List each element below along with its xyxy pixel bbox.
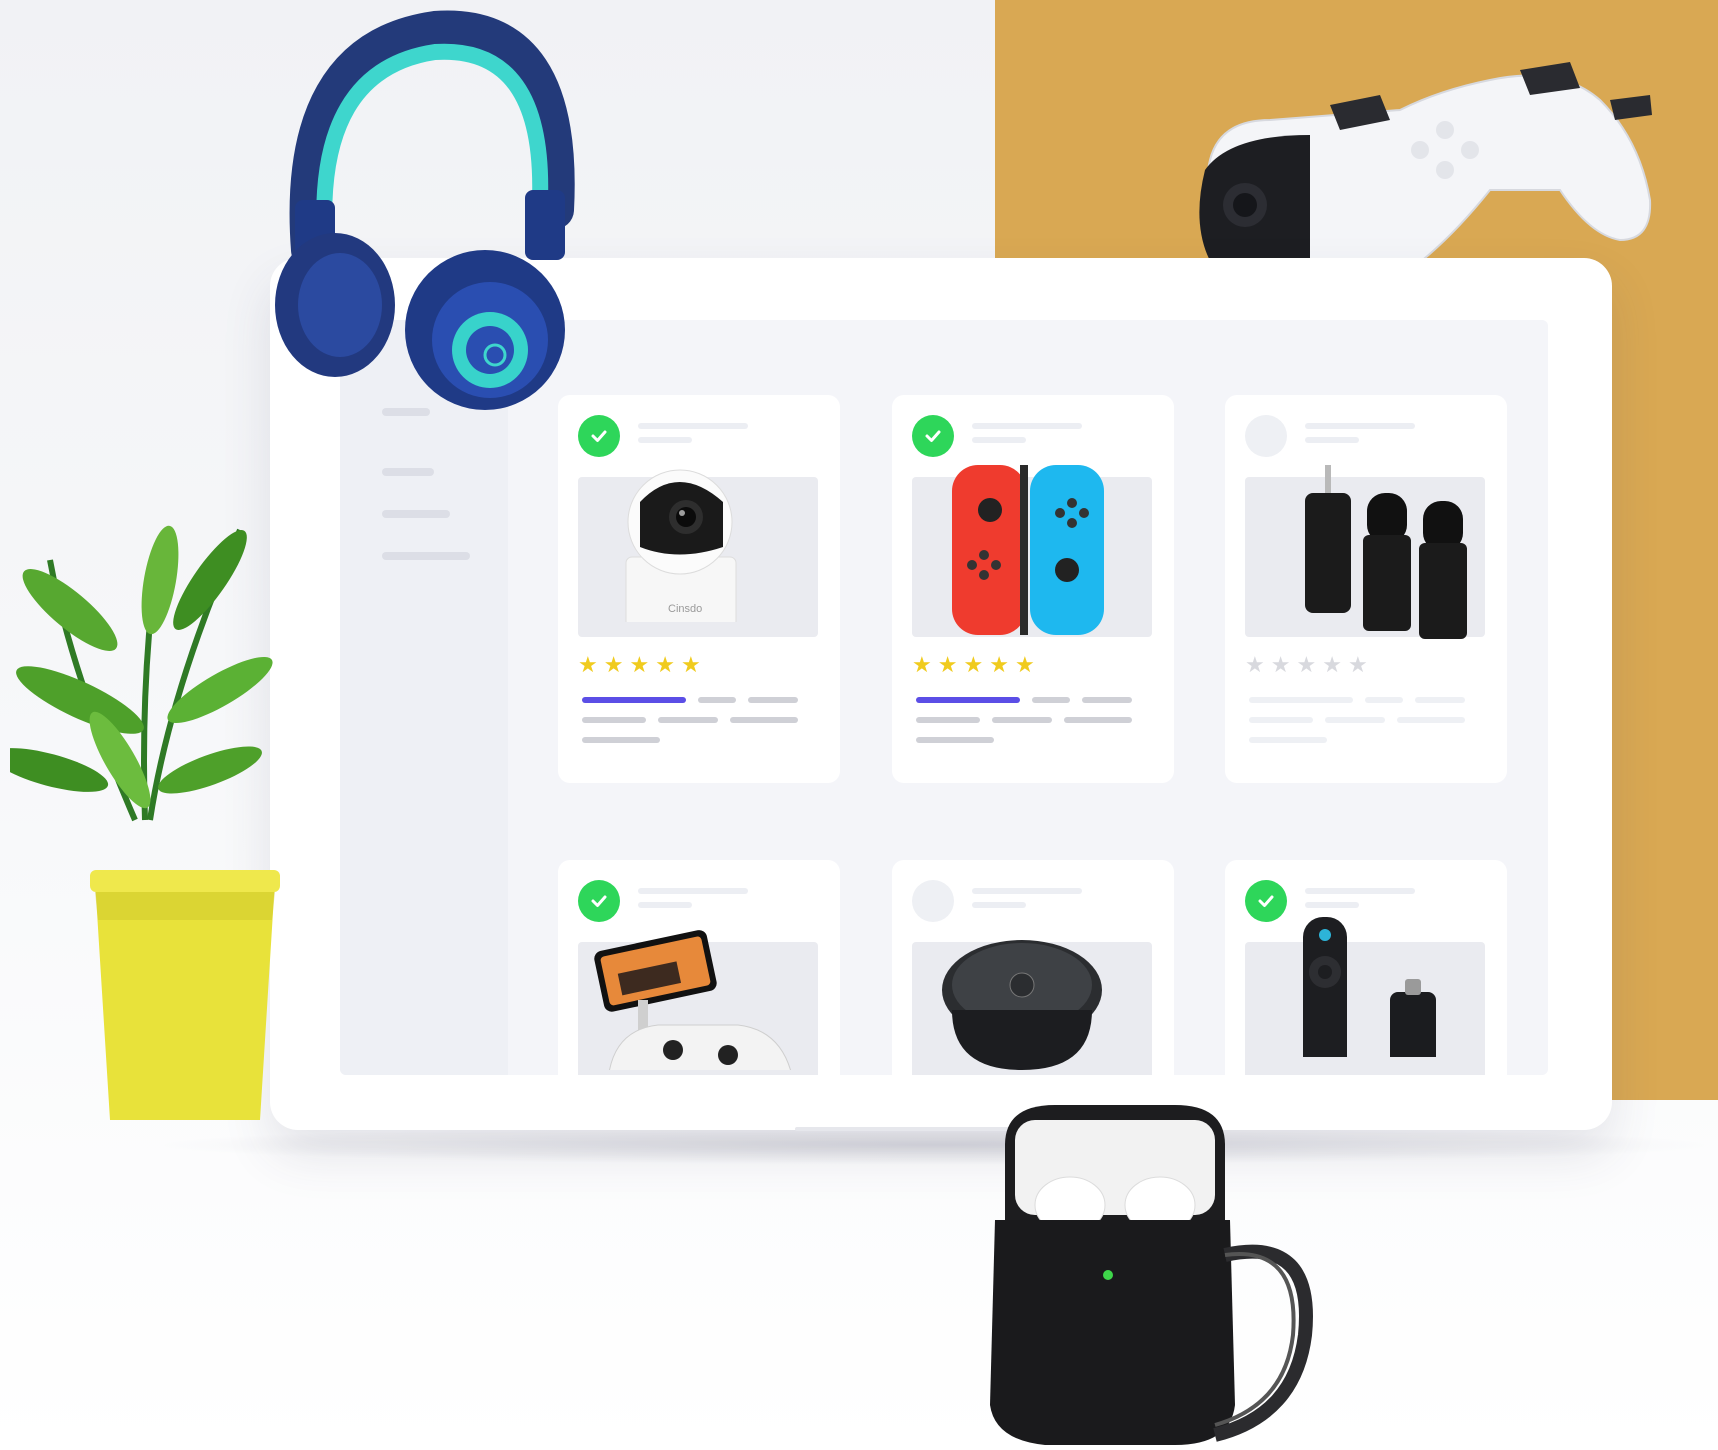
subtitle-placeholder <box>972 437 1026 443</box>
product-image-joycon <box>912 465 1152 637</box>
product-image-streaming-stick <box>1245 917 1485 1075</box>
bar-placeholder <box>582 717 646 723</box>
headphones-image <box>275 10 575 410</box>
product-card-ring-remote[interactable] <box>892 860 1174 1075</box>
bar-placeholder <box>1249 737 1327 743</box>
check-icon <box>578 880 620 922</box>
product-image-mics <box>1245 465 1485 639</box>
product-image-phone-controller <box>578 930 818 1075</box>
unchecked-circle-icon <box>912 880 954 922</box>
bar-placeholder <box>1249 697 1353 703</box>
bar-accent <box>916 697 1020 703</box>
title-placeholder <box>638 423 748 429</box>
bar-placeholder <box>1032 697 1070 703</box>
bar-placeholder <box>1249 717 1313 723</box>
bar-placeholder <box>916 717 980 723</box>
screen: Cinsdo ★ ★ ★ ★ ★ ★ ★ ★ ★ ★ ★ ★ ★ ★ ★ <box>340 320 1548 1075</box>
bar-placeholder <box>992 717 1052 723</box>
bar-placeholder <box>658 717 718 723</box>
product-card-joycon[interactable]: ★ ★ ★ ★ ★ <box>892 395 1174 783</box>
sidebar <box>340 320 508 1075</box>
subtitle-placeholder <box>638 437 692 443</box>
subtitle-placeholder <box>1305 437 1359 443</box>
bar-placeholder <box>1365 697 1403 703</box>
subtitle-placeholder <box>1305 902 1359 908</box>
brand-label: Cinsdo <box>668 603 703 615</box>
bar-placeholder <box>916 737 994 743</box>
rating-stars: ★ ★ ★ ★ ★ <box>578 652 701 677</box>
product-image-ring-remote <box>912 940 1152 1075</box>
bar-placeholder <box>698 697 736 703</box>
title-placeholder <box>638 888 748 894</box>
bar-placeholder <box>1082 697 1132 703</box>
product-card-mics[interactable]: ★ ★ ★ ★ ★ <box>1225 395 1507 783</box>
bar-placeholder <box>730 717 798 723</box>
bar-placeholder <box>748 697 798 703</box>
sidebar-item-placeholder[interactable] <box>382 552 470 560</box>
title-placeholder <box>972 423 1082 429</box>
unchecked-circle-icon <box>1245 415 1287 457</box>
potted-plant-image <box>10 525 280 1120</box>
bar-accent <box>582 697 686 703</box>
subtitle-placeholder <box>972 902 1026 908</box>
title-placeholder <box>1305 888 1415 894</box>
game-controller-image <box>1199 62 1652 270</box>
title-placeholder <box>1305 423 1415 429</box>
product-card-phone-controller[interactable] <box>558 860 840 1075</box>
product-card-camera[interactable]: Cinsdo ★ ★ ★ ★ ★ <box>558 395 840 783</box>
rating-stars: ★ ★ ★ ★ ★ <box>912 652 1035 677</box>
title-placeholder <box>972 888 1082 894</box>
sidebar-item-placeholder[interactable] <box>382 468 434 476</box>
bar-placeholder <box>1064 717 1132 723</box>
bar-placeholder <box>1325 717 1385 723</box>
monitor-shadow <box>150 1125 1718 1165</box>
check-icon <box>1245 880 1287 922</box>
bar-placeholder <box>1415 697 1465 703</box>
bar-placeholder <box>582 737 660 743</box>
subtitle-placeholder <box>638 902 692 908</box>
product-card-streaming-stick[interactable] <box>1225 860 1507 1075</box>
sidebar-item-placeholder[interactable] <box>382 510 450 518</box>
earbuds-case-image <box>990 1105 1313 1445</box>
check-icon <box>912 415 954 457</box>
bar-placeholder <box>1397 717 1465 723</box>
rating-stars: ★ ★ ★ ★ ★ <box>1245 652 1368 677</box>
